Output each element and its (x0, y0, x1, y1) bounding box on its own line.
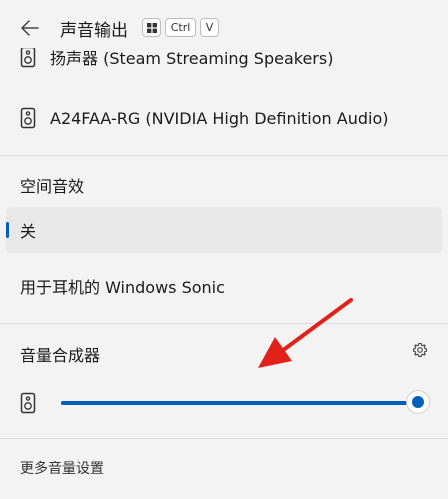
more-volume-settings-link[interactable]: 更多音量设置 (20, 458, 104, 478)
gear-icon (412, 342, 428, 357)
volume-slider-thumb[interactable] (407, 391, 429, 413)
device-item-a24faa[interactable]: A24FAA-RG (NVIDIA High Definition Audio) (6, 98, 442, 138)
mixer-settings-button[interactable] (411, 341, 429, 359)
device-item-steam[interactable]: 扬声器 (Steam Streaming Speakers) (6, 48, 442, 82)
divider (0, 155, 448, 156)
sound-output-panel: 声音输出 Ctrl V 扬声器 (Steam Streaming Speaker… (0, 0, 448, 499)
divider (0, 323, 448, 324)
speaker-icon (20, 107, 36, 129)
volume-mixer-title: 音量合成器 (20, 346, 101, 365)
back-arrow-icon (21, 20, 39, 36)
win-key-badge (142, 18, 161, 37)
selection-indicator (6, 222, 9, 238)
device-label: 扬声器 (Steam Streaming Speakers) (50, 49, 334, 68)
back-button[interactable] (14, 14, 46, 42)
speaker-icon (20, 48, 36, 68)
speaker-icon (20, 392, 36, 414)
v-key-badge: V (200, 18, 219, 37)
volume-slider-row (0, 384, 448, 422)
spatial-sound-title: 空间音效 (20, 177, 85, 196)
divider (0, 438, 448, 439)
ctrl-key-badge: Ctrl (165, 18, 196, 37)
page-title: 声音输出 (60, 21, 128, 41)
option-label: 用于耳机的 Windows Sonic (20, 278, 225, 297)
option-label: 关 (20, 222, 37, 241)
win-key-icon (146, 22, 157, 33)
device-label: A24FAA-RG (NVIDIA High Definition Audio) (50, 108, 389, 128)
spatial-option-windows-sonic[interactable]: 用于耳机的 Windows Sonic (6, 263, 442, 309)
volume-slider[interactable] (61, 401, 418, 405)
spatial-option-off[interactable]: 关 (6, 207, 442, 253)
volume-slider-thumb-dot (412, 396, 424, 408)
volume-slider-fill (61, 401, 418, 405)
